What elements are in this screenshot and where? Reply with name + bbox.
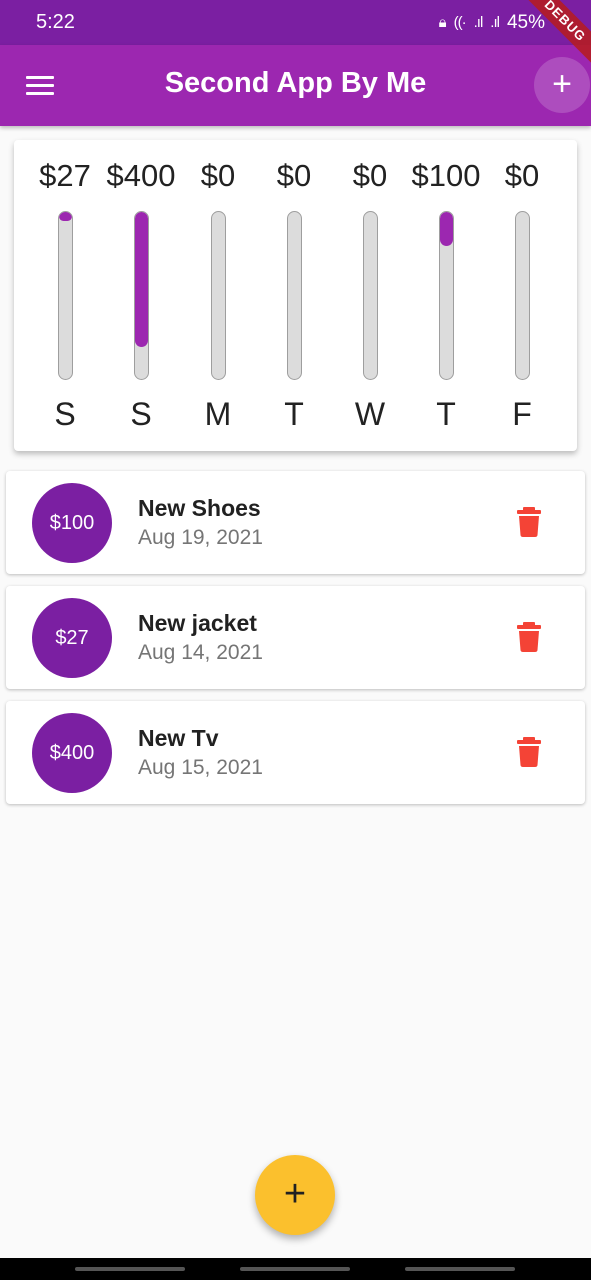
signal-icon: .ıl xyxy=(473,14,484,31)
bar-track xyxy=(287,211,302,380)
bar-day-label: S xyxy=(130,396,152,432)
weekly-chart-card: $27 S $400 S $0 M $0 T $0 W $100 T $0 F xyxy=(14,140,577,451)
bar-day-label: F xyxy=(512,396,532,432)
plus-icon: + xyxy=(552,65,572,103)
transaction-title: New Shoes xyxy=(138,495,261,521)
transaction-item: $100 New Shoes Aug 19, 2021 xyxy=(6,471,585,574)
trash-icon xyxy=(517,507,541,537)
delete-transaction-button[interactable] xyxy=(517,507,541,537)
page-title: Second App By Me xyxy=(164,67,427,99)
bar-fill xyxy=(135,212,148,347)
trash-icon xyxy=(517,622,541,652)
bar-track xyxy=(211,211,226,380)
transaction-date: Aug 19, 2021 xyxy=(138,526,263,549)
chart-bar-column: $0 M xyxy=(180,140,256,451)
amount-avatar: $27 xyxy=(32,598,112,678)
add-transaction-fab[interactable]: + xyxy=(255,1155,335,1235)
chart-bar-column: $27 S xyxy=(27,140,103,451)
status-bar: 5:22 🔒︎ ((· .ıl .ıl 45% xyxy=(0,0,591,45)
bar-amount-label: $0 xyxy=(504,158,540,193)
add-transaction-button[interactable]: + xyxy=(534,57,590,113)
amount-avatar: $100 xyxy=(32,483,112,563)
delete-transaction-button[interactable] xyxy=(517,622,541,652)
bar-track xyxy=(58,211,73,380)
bar-day-label: M xyxy=(204,396,232,432)
transaction-title: New jacket xyxy=(138,610,257,636)
chart-bar-column: $0 W xyxy=(332,140,408,451)
transaction-date: Aug 15, 2021 xyxy=(138,756,263,779)
wifi-icon: ((· xyxy=(453,14,467,31)
bar-day-label: T xyxy=(284,396,304,432)
bar-track xyxy=(515,211,530,380)
lock-icon: 🔒︎ xyxy=(438,14,447,31)
app-bar: Second App By Me + xyxy=(0,45,591,126)
chart-bar-column: $400 S xyxy=(103,140,179,451)
nav-recent-button[interactable] xyxy=(75,1267,185,1271)
transaction-date: Aug 14, 2021 xyxy=(138,641,263,664)
nav-home-button[interactable] xyxy=(240,1267,350,1271)
bar-day-label: W xyxy=(354,396,386,432)
signal-icon: .ıl xyxy=(490,14,500,31)
bar-day-label: T xyxy=(436,396,456,432)
bar-track xyxy=(439,211,454,380)
plus-icon: + xyxy=(283,1173,307,1215)
amount-avatar: $400 xyxy=(32,713,112,793)
system-nav-bar xyxy=(0,1258,591,1280)
status-time: 5:22 xyxy=(36,11,75,33)
transaction-title: New Tv xyxy=(138,725,219,751)
nav-back-button[interactable] xyxy=(405,1267,515,1271)
status-icons: 🔒︎ ((· .ıl .ıl 45% xyxy=(439,12,555,34)
bar-fill xyxy=(59,212,72,222)
bar-track xyxy=(363,211,378,380)
chart-bar-column: $0 F xyxy=(484,140,560,451)
transaction-item: $400 New Tv Aug 15, 2021 xyxy=(6,701,585,804)
battery-percent: 45% xyxy=(506,11,545,33)
bar-track xyxy=(134,211,149,380)
chart-bar-column: $100 T xyxy=(408,140,484,451)
transaction-item: $27 New jacket Aug 14, 2021 xyxy=(6,586,585,689)
trash-icon xyxy=(517,737,541,767)
delete-transaction-button[interactable] xyxy=(517,737,541,767)
bar-fill xyxy=(440,212,453,246)
chart-bar-column: $0 T xyxy=(256,140,332,451)
bar-day-label: S xyxy=(54,396,76,432)
